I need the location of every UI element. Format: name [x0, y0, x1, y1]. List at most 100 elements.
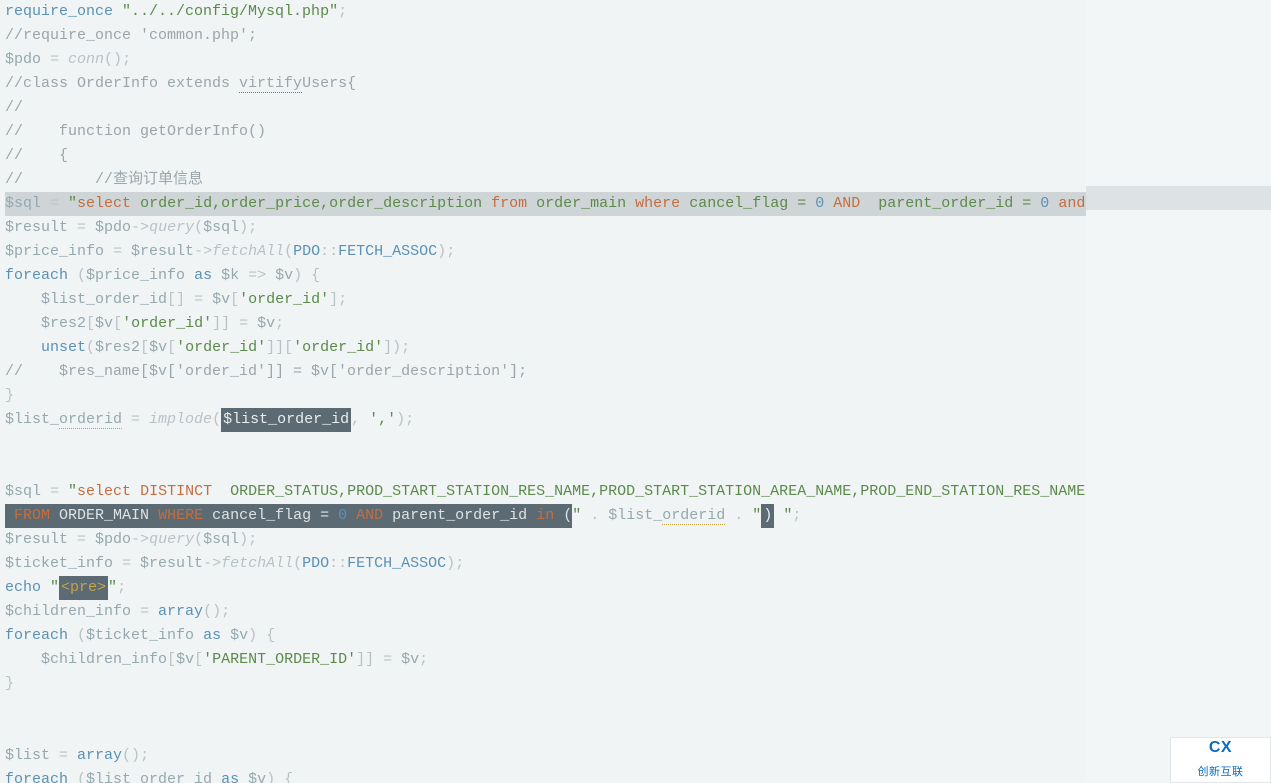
code-line[interactable]: $list_orderid = implode($list_order_id, …	[5, 408, 1086, 432]
code-token: $v	[230, 627, 248, 644]
code-token: .	[581, 507, 608, 524]
code-token: ) {	[248, 627, 275, 644]
code-token: //class OrderInfo extends	[5, 75, 239, 92]
code-line[interactable]	[5, 720, 1086, 744]
code-line[interactable]: unset($res2[$v['order_id']]['order_id'])…	[5, 336, 1086, 360]
code-token: ]] =	[212, 315, 257, 332]
code-token	[1049, 195, 1058, 212]
code-token: "	[50, 579, 59, 596]
code-token: ::	[329, 555, 347, 572]
code-token: $k	[221, 267, 239, 284]
code-line[interactable]: }	[5, 672, 1086, 696]
code-token: (	[77, 267, 86, 284]
code-token: ()	[104, 51, 122, 68]
code-token: query	[149, 531, 194, 548]
code-token: orderid	[662, 507, 725, 525]
code-line[interactable]: foreach ($price_info as $k => $v) {	[5, 264, 1086, 288]
code-token: fetchAll	[221, 555, 293, 572]
code-token	[347, 507, 356, 524]
code-token: foreach	[5, 771, 77, 783]
code-line[interactable]: // function getOrderInfo()	[5, 120, 1086, 144]
code-line[interactable]: foreach ($ticket_info as $v) {	[5, 624, 1086, 648]
code-token: $ticket_info	[86, 627, 194, 644]
code-token: ;	[419, 651, 428, 668]
code-line[interactable]: $children_info[$v['PARENT_ORDER_ID']] = …	[5, 648, 1086, 672]
code-token: (	[212, 411, 221, 428]
code-token: select	[77, 195, 131, 212]
code-token: ->	[131, 531, 149, 548]
code-token	[5, 435, 14, 452]
code-token	[5, 459, 14, 476]
code-line[interactable]: // $res_name[$v['order_id']] = $v['order…	[5, 360, 1086, 384]
code-token: )	[437, 243, 446, 260]
code-line[interactable]: require_once "../../config/Mysql.php";	[5, 0, 1086, 24]
code-token: parent_order_id	[383, 507, 536, 524]
code-token: PDO	[293, 243, 320, 260]
code-token: =	[113, 555, 140, 572]
code-line[interactable]: $sql = "select order_id,order_price,orde…	[5, 192, 1086, 216]
code-token: $v	[149, 339, 167, 356]
code-token	[5, 291, 41, 308]
code-token: (	[284, 243, 293, 260]
code-line[interactable]: $pdo = conn();	[5, 48, 1086, 72]
code-token	[5, 315, 41, 332]
code-line[interactable]: $price_info = $result->fetchAll(PDO::FET…	[5, 240, 1086, 264]
code-line[interactable]: // //查询订单信息	[5, 168, 1086, 192]
code-token: [	[167, 651, 176, 668]
code-token: ;	[455, 555, 464, 572]
code-token: )	[239, 219, 248, 236]
code-token	[221, 627, 230, 644]
code-line[interactable]: //class OrderInfo extends virtifyUsers{	[5, 72, 1086, 96]
minimap[interactable]	[1086, 0, 1271, 783]
watermark-logo: CX 创新互联	[1170, 737, 1271, 783]
code-line[interactable]: //require_once 'common.php';	[5, 24, 1086, 48]
code-line[interactable]: $list_order_id[] = $v['order_id'];	[5, 288, 1086, 312]
code-token: ORDER_MAIN	[50, 507, 158, 524]
code-line[interactable]: $sql = "select DISTINCT ORDER_STATUS,PRO…	[5, 480, 1086, 504]
code-line[interactable]: foreach ($list_order_id as $v) {	[5, 768, 1086, 783]
code-token: ;	[446, 243, 455, 260]
code-token: $children_info	[41, 651, 167, 668]
code-token: 0	[338, 507, 347, 524]
code-line[interactable]: // {	[5, 144, 1086, 168]
code-token	[185, 267, 194, 284]
code-token	[5, 507, 14, 524]
code-token: 'order_id'	[176, 339, 266, 356]
code-line[interactable]: $result = $pdo->query($sql);	[5, 528, 1086, 552]
code-token: 'order_id'	[122, 315, 212, 332]
code-line[interactable]: $res2[$v['order_id']] = $v;	[5, 312, 1086, 336]
code-line[interactable]: $result = $pdo->query($sql);	[5, 216, 1086, 240]
code-token: $v	[401, 651, 419, 668]
code-token: 'order_id'	[239, 291, 329, 308]
code-token: WHERE	[158, 507, 203, 524]
code-editor[interactable]: require_once "../../config/Mysql.php";//…	[0, 0, 1086, 783]
code-line[interactable]: }	[5, 384, 1086, 408]
code-line[interactable]: $children_info = array();	[5, 600, 1086, 624]
logo-bottom: 创新互联	[1198, 760, 1244, 783]
code-token	[5, 699, 14, 716]
code-line[interactable]: FROM ORDER_MAIN WHERE cancel_flag = 0 AN…	[5, 504, 1086, 528]
code-token	[5, 339, 41, 356]
code-line[interactable]: //	[5, 96, 1086, 120]
code-token: ;	[338, 291, 347, 308]
code-token: order_id,order_price,order_description	[131, 195, 491, 212]
code-line[interactable]: echo "<pre>";	[5, 576, 1086, 600]
code-line[interactable]	[5, 432, 1086, 456]
code-token: //	[5, 99, 23, 116]
code-token: $v	[95, 315, 113, 332]
code-token: and	[1058, 195, 1085, 212]
code-line[interactable]	[5, 456, 1086, 480]
code-line[interactable]: $list = array();	[5, 744, 1086, 768]
code-token: in	[536, 507, 554, 524]
code-line[interactable]: $ticket_info = $result->fetchAll(PDO::FE…	[5, 552, 1086, 576]
code-line[interactable]	[5, 696, 1086, 720]
code-token: ;	[140, 747, 149, 764]
code-token: [] =	[167, 291, 212, 308]
code-token: $pdo	[95, 531, 131, 548]
sql-continuation-highlight: FROM ORDER_MAIN WHERE cancel_flag = 0 AN…	[5, 504, 572, 528]
code-token: $list_	[608, 507, 662, 524]
code-token: $sql	[5, 195, 41, 212]
code-token: ;	[248, 531, 257, 548]
code-token: "	[752, 507, 761, 524]
code-token: order_main	[527, 195, 635, 212]
